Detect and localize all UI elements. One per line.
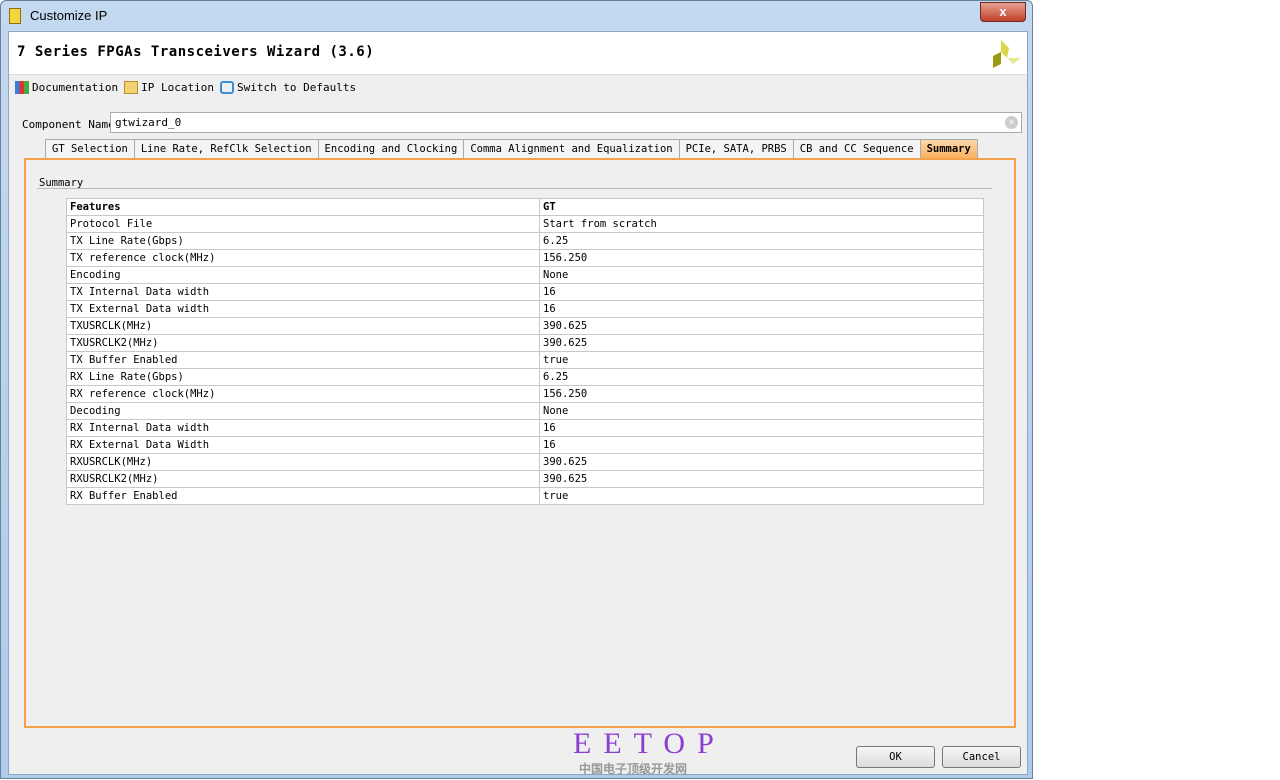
ip-location-button[interactable]: IP Location: [124, 81, 214, 94]
table-row: RX Internal Data width 16: [66, 419, 984, 437]
feature-cell: TXUSRCLK2(MHz): [66, 334, 540, 352]
feature-cell: RX Buffer Enabled: [66, 487, 540, 505]
tab-summary[interactable]: Summary: [919, 139, 978, 158]
table-row: Encoding None: [66, 266, 984, 284]
watermark-subtitle: 中国电子顶级开发网: [579, 762, 688, 776]
feature-cell: TX External Data width: [66, 300, 540, 318]
documentation-label: Documentation: [32, 81, 119, 94]
tab-bar: GT Selection Line Rate, RefClk Selection…: [45, 139, 978, 158]
table-row: TX reference clock(MHz) 156.250: [66, 249, 984, 267]
tab-cb-cc-sequence[interactable]: CB and CC Sequence: [792, 139, 921, 158]
ip-location-label: IP Location: [141, 81, 214, 94]
documentation-button[interactable]: Documentation: [15, 81, 118, 94]
feature-cell: Decoding: [66, 402, 540, 420]
feature-cell: TX Line Rate(Gbps): [66, 232, 540, 250]
value-cell: 156.250: [539, 249, 984, 267]
table-row: TXUSRCLK(MHz) 390.625: [66, 317, 984, 335]
component-name-value: gtwizard_0: [115, 116, 182, 129]
value-cell: None: [539, 266, 984, 284]
value-cell: 6.25: [539, 232, 984, 250]
feature-cell: RXUSRCLK2(MHz): [66, 470, 540, 488]
table-row: RX External Data Width 16: [66, 436, 984, 454]
table-row: Decoding None: [66, 402, 984, 420]
xilinx-logo-icon: [993, 40, 1021, 68]
tab-comma-alignment[interactable]: Comma Alignment and Equalization: [463, 139, 680, 158]
table-row: RX reference clock(MHz) 156.250: [66, 385, 984, 403]
close-button[interactable]: x: [980, 2, 1026, 22]
table-row: TXUSRCLK2(MHz) 390.625: [66, 334, 984, 352]
ok-button[interactable]: OK: [856, 746, 935, 768]
books-icon: [15, 81, 29, 94]
table-row: TX Line Rate(Gbps) 6.25: [66, 232, 984, 250]
switch-defaults-button[interactable]: Switch to Defaults: [219, 81, 357, 94]
table-row: TX Buffer Enabled true: [66, 351, 984, 369]
value-cell: 6.25: [539, 368, 984, 386]
dialog-body: 7 Series FPGAs Transceivers Wizard (3.6)…: [8, 31, 1028, 775]
value-cell: 16: [539, 283, 984, 301]
table-row: TX Internal Data width 16: [66, 283, 984, 301]
value-cell: Start from scratch: [539, 215, 984, 233]
table-row: RX Line Rate(Gbps) 6.25: [66, 368, 984, 386]
feature-cell: TXUSRCLK(MHz): [66, 317, 540, 335]
feature-cell: RX reference clock(MHz): [66, 385, 540, 403]
tab-pcie-sata-prbs[interactable]: PCIe, SATA, PRBS: [678, 139, 794, 158]
value-cell: 390.625: [539, 334, 984, 352]
component-name-label: Component Name: [22, 118, 115, 131]
feature-cell: RX Internal Data width: [66, 419, 540, 437]
cancel-button[interactable]: Cancel: [942, 746, 1021, 768]
table-header-row: Features GT: [66, 198, 984, 216]
window-title: Customize IP: [30, 8, 108, 23]
value-cell: 16: [539, 436, 984, 454]
component-name-input[interactable]: gtwizard_0 ×: [110, 112, 1022, 133]
title-bar: Customize IP x: [1, 1, 1032, 31]
clear-icon[interactable]: ×: [1005, 116, 1018, 129]
switch-defaults-label: Switch to Defaults: [236, 81, 357, 94]
toolbar: Documentation IP Location Switch to Defa…: [15, 81, 356, 94]
value-cell: 390.625: [539, 470, 984, 488]
customize-ip-window: Customize IP x 7 Series FPGAs Transceive…: [0, 0, 1033, 779]
table-row: RXUSRCLK2(MHz) 390.625: [66, 470, 984, 488]
tab-encoding-clocking[interactable]: Encoding and Clocking: [317, 139, 465, 158]
value-cell: 16: [539, 419, 984, 437]
header: 7 Series FPGAs Transceivers Wizard (3.6): [9, 32, 1027, 75]
refresh-icon: [219, 81, 234, 94]
table-row: TX External Data width 16: [66, 300, 984, 318]
page-title: 7 Series FPGAs Transceivers Wizard (3.6): [17, 44, 375, 60]
folder-icon: [124, 81, 139, 94]
feature-cell: Protocol File: [66, 215, 540, 233]
feature-cell: RX Line Rate(Gbps): [66, 368, 540, 386]
divider: [37, 188, 992, 189]
feature-cell: Encoding: [66, 266, 540, 284]
app-icon: [9, 8, 21, 24]
feature-cell: TX reference clock(MHz): [66, 249, 540, 267]
feature-cell: RXUSRCLK(MHz): [66, 453, 540, 471]
feature-cell: RX External Data Width: [66, 436, 540, 454]
summary-panel: Summary Features GT Protocol File Start fr…: [24, 158, 1016, 728]
header-cell: Features: [66, 198, 540, 216]
feature-cell: TX Internal Data width: [66, 283, 540, 301]
value-cell: true: [539, 351, 984, 369]
header-cell: GT: [539, 198, 984, 216]
value-cell: 390.625: [539, 317, 984, 335]
watermark-logo: EETOP: [573, 727, 726, 760]
table-row: RX Buffer Enabled true: [66, 487, 984, 505]
value-cell: 16: [539, 300, 984, 318]
value-cell: None: [539, 402, 984, 420]
value-cell: true: [539, 487, 984, 505]
table-row: RXUSRCLK(MHz) 390.625: [66, 453, 984, 471]
table-row: Protocol File Start from scratch: [66, 215, 984, 233]
value-cell: 390.625: [539, 453, 984, 471]
tab-gt-selection[interactable]: GT Selection: [45, 139, 135, 158]
tab-line-rate[interactable]: Line Rate, RefClk Selection: [133, 139, 319, 158]
summary-table: Features GT Protocol File Start from scrat…: [66, 198, 984, 505]
value-cell: 156.250: [539, 385, 984, 403]
feature-cell: TX Buffer Enabled: [66, 351, 540, 369]
